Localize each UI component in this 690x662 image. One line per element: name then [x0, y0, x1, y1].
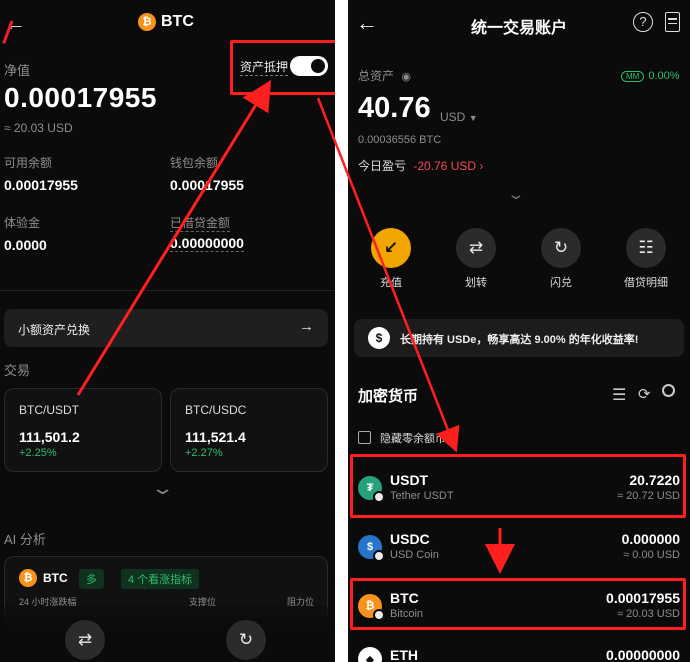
arrow-to-collateral-toggle	[76, 79, 272, 396]
arrow-to-usdt-row	[316, 97, 460, 453]
screenshot-root: ← ₿ BTC 净值 资产抵押 0.00017955 ≈ 20.03 USD 可…	[0, 0, 690, 662]
annotation-arrows	[76, 79, 515, 574]
